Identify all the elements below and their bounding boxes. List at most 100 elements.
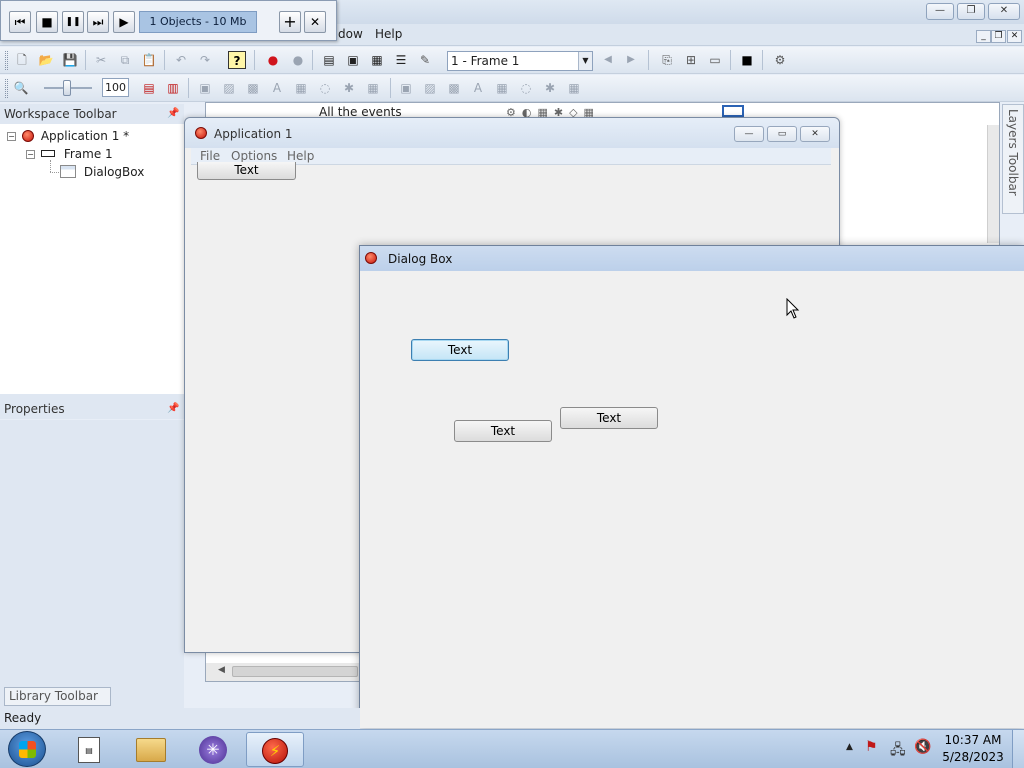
insert-frame-icon[interactable]: ⎘ — [658, 51, 676, 69]
object-tool-icon[interactable]: ▨ — [220, 79, 238, 97]
object-tool-icon[interactable]: ✱ — [340, 79, 358, 97]
dialog-titlebar[interactable]: Dialog Box — [360, 246, 1024, 271]
play-button[interactable]: ▶ — [113, 11, 135, 33]
text-button[interactable]: Text — [454, 420, 552, 442]
pause-button[interactable]: ❚❚ — [62, 11, 84, 33]
app-minimize-button[interactable]: — — [734, 126, 764, 142]
network-icon[interactable]: 🖧 — [890, 739, 906, 763]
menu-window[interactable]: dow — [338, 27, 363, 41]
event-editor-icon[interactable]: ▦ — [368, 51, 386, 69]
storyboard-icon[interactable]: ▤ — [320, 51, 338, 69]
zoom-slider-thumb[interactable] — [63, 80, 71, 96]
paste-icon[interactable]: 📋 — [140, 51, 158, 69]
text-button[interactable]: Text — [560, 407, 658, 429]
frame-resize-icon[interactable]: ▭ — [706, 51, 724, 69]
text-tool-icon[interactable]: A — [469, 79, 487, 97]
align-left-icon[interactable]: ▤ — [140, 79, 158, 97]
app-close-button[interactable]: ✕ — [800, 126, 830, 142]
undo-icon[interactable]: ↶ — [172, 51, 190, 69]
object-tool-icon[interactable]: ▦ — [292, 79, 310, 97]
first-frame-button[interactable]: ⏮ — [9, 11, 31, 33]
menu-options[interactable]: Options — [231, 149, 277, 163]
editor-horizontal-scrollbar[interactable]: ◀ — [206, 663, 360, 681]
mdi-minimize-button[interactable]: _ — [976, 30, 991, 43]
clock-time[interactable]: 10:37 AM — [942, 733, 1004, 747]
main-minimize-button[interactable]: — — [926, 3, 954, 20]
taskbar-app-launcher[interactable]: ✳ — [184, 732, 242, 767]
start-button[interactable] — [8, 731, 46, 767]
show-desktop-button[interactable] — [1012, 730, 1024, 768]
cut-icon[interactable]: ✂ — [92, 51, 110, 69]
close-player-button[interactable]: ✕ — [304, 11, 326, 33]
taskbar-app-notepad[interactable]: ▤ — [60, 732, 118, 767]
tree-item-application[interactable]: Application 1 * — [22, 127, 129, 145]
object-tool-icon[interactable]: ✱ — [541, 79, 559, 97]
menu-help[interactable]: Help — [375, 27, 402, 41]
next-frame-icon[interactable]: ▶ — [622, 51, 640, 69]
build-icon[interactable]: ⚙ — [771, 51, 789, 69]
menu-help[interactable]: Help — [287, 149, 314, 163]
context-help-icon[interactable]: ? — [228, 51, 246, 69]
tree-item-dialogbox[interactable]: DialogBox — [60, 163, 144, 181]
object-tool-icon[interactable]: ▩ — [445, 79, 463, 97]
add-button[interactable]: + — [279, 11, 301, 33]
object-tool-icon[interactable]: ◌ — [517, 79, 535, 97]
mdi-close-button[interactable]: ✕ — [1007, 30, 1022, 43]
expression-icon[interactable]: ✎ — [416, 51, 434, 69]
previous-frame-icon[interactable]: ◀ — [599, 51, 617, 69]
grid-tool-icon[interactable]: ▦ — [364, 79, 382, 97]
scroll-left-icon[interactable]: ◀ — [218, 665, 225, 675]
tree-collapse-toggle[interactable]: − — [26, 150, 35, 159]
clock-date[interactable]: 5/28/2023 — [942, 750, 1004, 764]
object-tool-icon[interactable]: ▩ — [244, 79, 262, 97]
tray-expand-icon[interactable]: ▲ — [846, 742, 853, 752]
pin-icon[interactable]: 📌 — [167, 104, 179, 124]
application-titlebar[interactable]: Application 1 — ▭ ✕ — [185, 118, 839, 148]
text-tool-icon[interactable]: A — [268, 79, 286, 97]
grid-tool-icon[interactable]: ▦ — [565, 79, 583, 97]
app-maximize-button[interactable]: ▭ — [767, 126, 797, 142]
toolbar-grip[interactable] — [5, 79, 8, 98]
zoom-value-field[interactable]: 100 — [102, 78, 129, 97]
editor-vertical-scrollbar[interactable] — [987, 125, 999, 243]
main-maximize-button[interactable]: ❐ — [957, 3, 985, 20]
stop-icon[interactable]: ■ — [738, 51, 756, 69]
event-list-icon[interactable]: ☰ — [392, 51, 410, 69]
align-right-icon[interactable]: ▥ — [164, 79, 182, 97]
toolbar-grip[interactable] — [5, 51, 8, 70]
save-icon[interactable]: 💾 — [61, 51, 79, 69]
taskbar-app-explorer[interactable] — [122, 732, 180, 767]
object-tool-icon[interactable]: ◌ — [316, 79, 334, 97]
workspace-header: Workspace Toolbar 📌 — [0, 104, 184, 124]
frame-select[interactable]: 1 - Frame 1 ▼ — [447, 51, 593, 71]
chevron-down-icon[interactable]: ▼ — [578, 52, 592, 70]
object-tool-icon[interactable]: ▣ — [397, 79, 415, 97]
copy-icon[interactable]: ⧉ — [116, 51, 134, 69]
menu-file[interactable]: File — [200, 149, 220, 163]
mdi-restore-button[interactable]: ❐ — [991, 30, 1006, 43]
forward-icon[interactable]: ● — [289, 51, 307, 69]
main-close-button[interactable]: ✕ — [988, 3, 1020, 20]
tree-collapse-toggle[interactable]: − — [7, 132, 16, 141]
frame-properties-icon[interactable]: ⊞ — [682, 51, 700, 69]
redo-icon[interactable]: ↷ — [196, 51, 214, 69]
volume-muted-icon[interactable]: 🔇 — [914, 739, 931, 755]
text-button[interactable]: Text — [197, 162, 296, 180]
next-frame-button[interactable]: ⏭ — [87, 11, 109, 33]
object-tool-icon[interactable]: ▨ — [421, 79, 439, 97]
stop-button[interactable]: ■ — [36, 11, 58, 33]
object-tool-icon[interactable]: ▣ — [196, 79, 214, 97]
text-button-focused[interactable]: Text — [411, 339, 509, 361]
scrollbar-thumb[interactable] — [232, 666, 358, 677]
open-icon[interactable]: 📂 — [37, 51, 55, 69]
pin-icon[interactable]: 📌 — [167, 399, 179, 419]
tree-item-frame[interactable]: Frame 1 — [41, 145, 113, 163]
taskbar-app-fusion[interactable]: ⚡ — [246, 732, 304, 767]
object-tool-icon[interactable]: ▦ — [493, 79, 511, 97]
library-toolbar-tab[interactable]: Library Toolbar — [4, 687, 111, 706]
flag-warning-icon[interactable]: ⚑ — [865, 739, 878, 755]
new-icon[interactable]: 🗋 — [13, 51, 31, 69]
layers-toolbar-tab[interactable]: Layers Toolbar — [1002, 104, 1024, 214]
back-icon[interactable]: ● — [264, 51, 282, 69]
frame-editor-icon[interactable]: ▣ — [344, 51, 362, 69]
